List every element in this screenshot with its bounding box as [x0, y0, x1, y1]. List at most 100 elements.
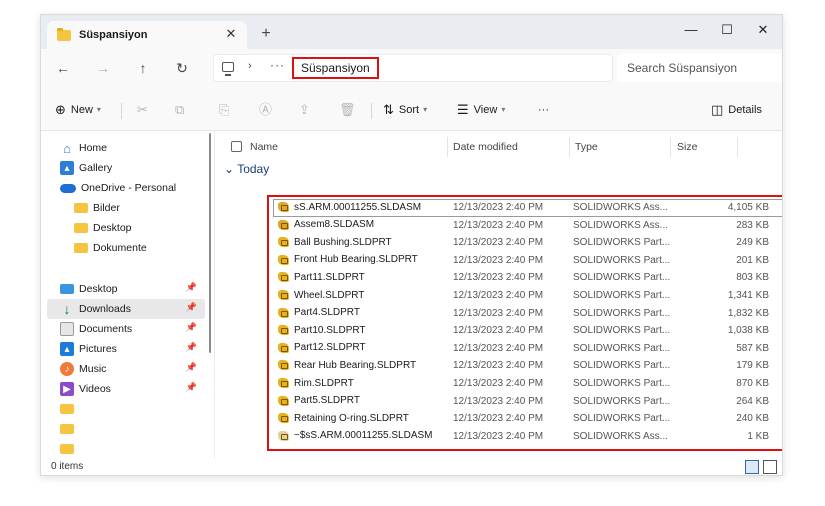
title-bar: Süspansiyon ✕ + — ☐ ✕: [41, 15, 782, 49]
copy-button[interactable]: ⧉: [175, 101, 189, 119]
this-pc-icon: [222, 62, 234, 76]
column-divider[interactable]: [670, 137, 671, 157]
chevron-down-icon: ⌄: [224, 162, 235, 176]
details-pane-icon: ◫: [711, 102, 724, 117]
sidebar-item-downloads[interactable]: ↓ Downloads 📌: [47, 299, 205, 319]
minimize-button[interactable]: —: [673, 18, 709, 42]
item-count: 0 items: [51, 461, 84, 472]
tab-suspansiyon[interactable]: Süspansiyon ✕: [47, 21, 247, 49]
chevron-right-icon[interactable]: ›: [248, 60, 252, 72]
documents-icon: [60, 322, 74, 336]
pin-icon: 📌: [185, 322, 197, 332]
divider: [121, 103, 122, 119]
sidebar-item-onedrive[interactable]: OneDrive - Personal: [47, 178, 205, 198]
share-button[interactable]: ⇪: [299, 101, 315, 119]
details-pane-button[interactable]: ◫ Details: [711, 101, 762, 119]
sidebar-item-desktop[interactable]: Desktop 📌: [47, 279, 205, 299]
pin-icon: 📌: [185, 302, 197, 312]
column-header-type[interactable]: Type: [575, 138, 598, 156]
file-explorer-window: Süspansiyon ✕ + — ☐ ✕ ← → ↑ ↻ › ··· Süsp…: [40, 14, 783, 476]
sidebar-item-documents[interactable]: Documents 📌: [47, 319, 205, 339]
sidebar-item-bilder[interactable]: Bilder: [47, 198, 205, 218]
up-button[interactable]: ↑: [133, 58, 153, 78]
folder-icon: [57, 27, 71, 41]
breadcrumb-current[interactable]: Süspansiyon: [292, 57, 379, 79]
folder-icon: [74, 223, 88, 233]
gallery-icon: ▴: [60, 161, 74, 175]
more-options-button[interactable]: ···: [538, 101, 549, 119]
folder-icon: [74, 203, 88, 213]
sidebar-item-folder[interactable]: [47, 399, 205, 419]
onedrive-icon: [60, 183, 76, 193]
new-tab-button[interactable]: +: [257, 25, 275, 43]
tab-title: Süspansiyon: [79, 29, 148, 41]
chevron-down-icon: ▾: [96, 105, 101, 114]
back-button[interactable]: ←: [53, 58, 73, 78]
maximize-button[interactable]: ☐: [709, 18, 745, 42]
share-icon: ⇪: [299, 102, 310, 117]
pane-divider[interactable]: [214, 131, 215, 461]
view-button[interactable]: ☰ View ▾: [457, 101, 505, 119]
command-bar: ⊕ New ▾ ✂ ⧉ ⎘ Ⓐ ⇪ 🗑 ⇅ Sort ▾ ☰ View ▾ ··…: [41, 87, 782, 131]
column-divider[interactable]: [737, 137, 738, 157]
refresh-button[interactable]: ↻: [172, 58, 192, 78]
sidebar-item-folder[interactable]: [47, 439, 205, 459]
pictures-icon: ▴: [60, 342, 74, 356]
column-header-name[interactable]: Name: [250, 138, 278, 156]
column-divider[interactable]: [569, 137, 570, 157]
sidebar-item-gallery[interactable]: ▴ Gallery: [47, 158, 205, 178]
sort-button[interactable]: ⇅ Sort ▾: [383, 101, 427, 119]
sidebar-item-folder[interactable]: [47, 419, 205, 439]
folder-icon: [60, 404, 74, 414]
pin-icon: 📌: [185, 382, 197, 392]
folder-icon: [60, 424, 74, 434]
delete-button[interactable]: 🗑: [339, 101, 361, 119]
videos-icon: ▶: [60, 382, 74, 396]
status-bar: 0 items: [41, 459, 782, 475]
copy-icon: ⧉: [175, 102, 185, 117]
paste-button[interactable]: ⎘: [219, 101, 234, 119]
divider: [371, 103, 372, 119]
download-icon: ↓: [63, 301, 71, 317]
tiles-view-button[interactable]: [763, 460, 777, 474]
new-button[interactable]: ⊕ New ▾: [55, 101, 101, 119]
close-window-button[interactable]: ✕: [745, 18, 781, 42]
desktop-icon: [60, 284, 74, 294]
home-icon: ⌂: [63, 140, 71, 156]
trash-icon: 🗑: [339, 102, 356, 117]
selection-highlight-box: [267, 195, 782, 451]
forward-button[interactable]: →: [93, 58, 113, 78]
sidebar-scrollbar[interactable]: [209, 133, 211, 353]
cut-icon: ✂: [137, 102, 148, 117]
search-input[interactable]: Search Süspansiyon: [617, 54, 782, 82]
sidebar-item-pictures[interactable]: ▴ Pictures 📌: [47, 339, 205, 359]
music-icon: ♪: [60, 362, 74, 376]
file-list: Name Date modified Type Size ⌄ Today sS.…: [217, 131, 782, 459]
rename-button[interactable]: Ⓐ: [259, 101, 277, 119]
folder-icon: [74, 243, 88, 253]
pin-icon: 📌: [185, 282, 197, 292]
paste-icon: ⎘: [219, 102, 230, 117]
chevron-down-icon: ▾: [501, 105, 506, 114]
address-bar: ← → ↑ ↻ › ··· Süspansiyon Search Süspans…: [41, 49, 782, 87]
sidebar-item-dokumente[interactable]: Dokumente: [47, 238, 205, 258]
address-field[interactable]: › ··· Süspansiyon: [213, 54, 613, 82]
cut-button[interactable]: ✂: [137, 101, 153, 119]
breadcrumb-overflow-button[interactable]: ···: [270, 58, 285, 72]
sidebar-item-videos[interactable]: ▶ Videos 📌: [47, 379, 205, 399]
select-all-checkbox[interactable]: [231, 141, 242, 152]
chevron-down-icon: ▾: [423, 105, 428, 114]
column-header-size[interactable]: Size: [677, 138, 697, 156]
pin-icon: 📌: [185, 342, 197, 352]
folder-icon: [60, 444, 74, 454]
details-view-button[interactable]: [745, 460, 759, 474]
close-tab-icon[interactable]: ✕: [223, 26, 239, 42]
pin-icon: 📌: [185, 362, 197, 372]
column-header-date[interactable]: Date modified: [453, 138, 518, 156]
sidebar-item-home[interactable]: ⌂ Home: [47, 138, 205, 158]
sidebar-item-music[interactable]: ♪ Music 📌: [47, 359, 205, 379]
group-header-today[interactable]: ⌄ Today: [224, 162, 269, 176]
column-divider[interactable]: [447, 137, 448, 157]
sort-icon: ⇅: [383, 102, 394, 117]
sidebar-item-desktop-onedrive[interactable]: Desktop: [47, 218, 205, 238]
